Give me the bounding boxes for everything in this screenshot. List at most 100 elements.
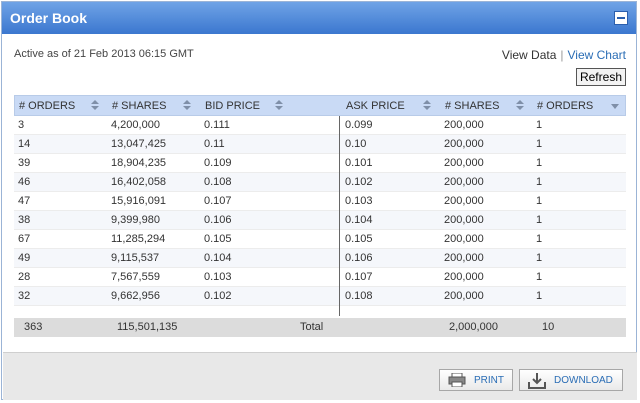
total-shares-bid: 115,501,135 xyxy=(117,321,178,333)
minimize-icon[interactable] xyxy=(614,11,628,25)
panel-title: Order Book xyxy=(10,10,88,26)
table-cell: 0.10 xyxy=(345,138,367,150)
download-button[interactable]: DOWNLOAD xyxy=(519,369,623,391)
table-cell: 1 xyxy=(536,290,543,302)
table-cell: 14 xyxy=(18,138,31,150)
table-cell: 0.101 xyxy=(345,157,373,169)
view-chart-link[interactable]: View Chart xyxy=(568,48,626,62)
table-cell: 1 xyxy=(536,233,543,245)
sort-icon[interactable] xyxy=(423,100,431,112)
table-cell: 15,916,091 xyxy=(111,195,167,207)
order-table: # ORDERS # SHARES BID PRICE ASK PRICE # … xyxy=(14,95,626,316)
table-cell: 0.105 xyxy=(345,233,373,245)
table-cell: 9,662,956 xyxy=(111,290,160,302)
header-shares-bid[interactable]: # SHARES xyxy=(112,100,166,112)
total-label: Total xyxy=(300,321,324,333)
bid-ask-divider xyxy=(339,116,340,316)
table-cell: 46 xyxy=(18,176,31,188)
table-cell: 9,115,537 xyxy=(111,252,160,264)
table-cell: 200,000 xyxy=(444,290,484,302)
table-cell: 18,904,235 xyxy=(111,157,167,169)
sort-icon[interactable] xyxy=(91,100,99,112)
table-row: 46 16,402,058 0.108 0.102 200,000 1 xyxy=(14,173,626,192)
sort-icon[interactable] xyxy=(275,100,283,112)
table-cell: 0.102 xyxy=(345,176,373,188)
table-row: 49 9,115,537 0.104 0.106 200,000 1 xyxy=(14,249,626,268)
print-label: PRINT xyxy=(474,375,504,386)
table-cell: 0.107 xyxy=(204,195,232,207)
table-cell: 200,000 xyxy=(444,195,484,207)
table-cell: 0.109 xyxy=(204,157,232,169)
table-row: 3 4,200,000 0.111 0.099 200,000 1 xyxy=(14,116,626,135)
table-header: # ORDERS # SHARES BID PRICE ASK PRICE # … xyxy=(14,95,626,116)
totals-row: 363 115,501,135 Total 2,000,000 10 xyxy=(14,318,626,337)
print-button[interactable]: PRINT xyxy=(439,369,513,391)
titlebar: Order Book xyxy=(2,2,636,34)
header-orders-ask[interactable]: # ORDERS xyxy=(537,100,593,112)
header-orders-bid[interactable]: # ORDERS xyxy=(19,100,75,112)
table-cell: 200,000 xyxy=(444,176,484,188)
table-cell: 49 xyxy=(18,252,31,264)
table-cell: 200,000 xyxy=(444,271,484,283)
table-cell: 0.104 xyxy=(204,252,232,264)
table-row: 39 18,904,235 0.109 0.101 200,000 1 xyxy=(14,154,626,173)
table-row: 32 9,662,956 0.102 0.108 200,000 1 xyxy=(14,287,626,306)
table-cell: 0.106 xyxy=(204,214,232,226)
header-shares-ask[interactable]: # SHARES xyxy=(445,100,499,112)
table-body: 3 4,200,000 0.111 0.099 200,000 1 14 13,047,425… xyxy=(14,116,626,306)
table-cell: 39 xyxy=(18,157,31,169)
table-cell: 1 xyxy=(536,138,543,150)
table-cell: 200,000 xyxy=(444,138,484,150)
header-bid-price[interactable]: BID PRICE xyxy=(205,100,260,112)
table-cell: 0.111 xyxy=(204,119,230,131)
table-row: 38 9,399,980 0.106 0.104 200,000 1 xyxy=(14,211,626,230)
table-row: 47 15,916,091 0.107 0.103 200,000 1 xyxy=(14,192,626,211)
table-cell: 67 xyxy=(18,233,31,245)
sort-icon[interactable] xyxy=(516,100,524,112)
download-icon xyxy=(528,373,546,389)
table-cell: 0.103 xyxy=(345,195,373,207)
sort-icon[interactable] xyxy=(183,100,191,112)
table-cell: 0.108 xyxy=(345,290,373,302)
table-cell: 0.102 xyxy=(204,290,232,302)
table-cell: 7,567,559 xyxy=(111,271,160,283)
table-cell: 200,000 xyxy=(444,157,484,169)
table-cell: 200,000 xyxy=(444,233,484,245)
view-links: View Data | View Chart xyxy=(502,48,626,62)
table-cell: 0.104 xyxy=(345,214,373,226)
table-cell: 1 xyxy=(536,214,543,226)
table-cell: 200,000 xyxy=(444,214,484,226)
table-cell: 32 xyxy=(18,290,31,302)
table-cell: 0.105 xyxy=(204,233,232,245)
active-status: Active as of 21 Feb 2013 06:15 GMT xyxy=(14,48,194,60)
link-separator: | xyxy=(560,48,564,62)
table-cell: 1 xyxy=(536,195,543,207)
table-cell: 47 xyxy=(18,195,31,207)
header-ask-price[interactable]: ASK PRICE xyxy=(346,100,405,112)
table-cell: 13,047,425 xyxy=(111,138,167,150)
printer-icon xyxy=(448,373,466,387)
table-cell: 3 xyxy=(18,119,25,131)
table-cell: 1 xyxy=(536,271,543,283)
table-cell: 9,399,980 xyxy=(111,214,160,226)
table-cell: 16,402,058 xyxy=(111,176,167,188)
table-cell: 1 xyxy=(536,176,543,188)
table-cell: 1 xyxy=(536,252,543,264)
table-cell: 4,200,000 xyxy=(111,119,160,131)
table-row: 67 11,285,294 0.105 0.105 200,000 1 xyxy=(14,230,626,249)
table-cell: 0.103 xyxy=(204,271,232,283)
table-cell: 0.11 xyxy=(204,138,225,150)
total-orders-bid: 363 xyxy=(24,321,43,333)
order-book-panel: Order Book Active as of 21 Feb 2013 06:1… xyxy=(1,1,637,400)
download-label: DOWNLOAD xyxy=(554,375,613,386)
table-row: 14 13,047,425 0.11 0.10 200,000 1 xyxy=(14,135,626,154)
table-row: 28 7,567,559 0.103 0.107 200,000 1 xyxy=(14,268,626,287)
table-cell: 38 xyxy=(18,214,31,226)
table-cell: 0.099 xyxy=(345,119,373,131)
table-cell: 28 xyxy=(18,271,31,283)
sort-desc-icon[interactable] xyxy=(611,104,619,109)
refresh-button[interactable]: Refresh xyxy=(575,68,626,86)
view-data-link[interactable]: View Data xyxy=(502,48,556,62)
table-cell: 0.108 xyxy=(204,176,232,188)
table-cell: 11,285,294 xyxy=(111,233,166,245)
